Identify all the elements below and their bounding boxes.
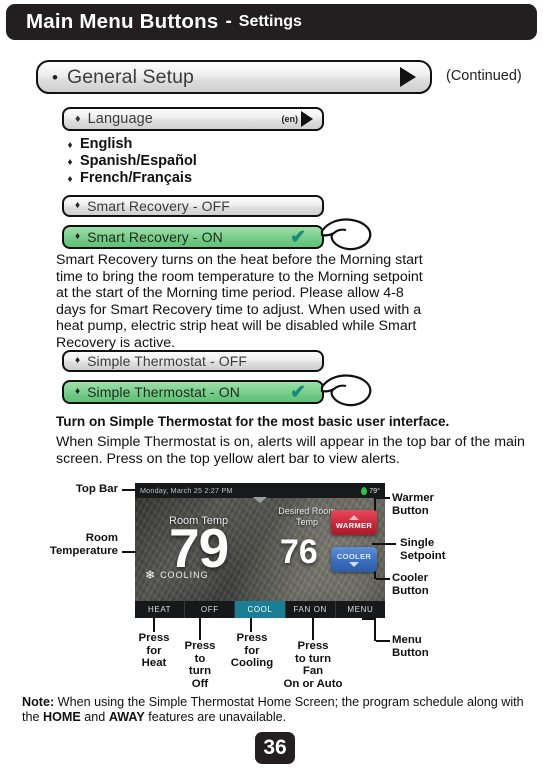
note-home-keyword: HOME bbox=[43, 709, 81, 724]
bullet-icon: • bbox=[52, 67, 58, 87]
arrow-up-icon bbox=[349, 515, 359, 520]
page-header: Main Menu Buttons - Settings bbox=[6, 4, 537, 40]
callout-top-bar: Top Bar bbox=[75, 483, 118, 495]
leader-line bbox=[250, 618, 252, 632]
thermostat-screen: Monday, March 25 2:27 PM 79° Room Temp 7… bbox=[135, 483, 385, 618]
simple-thermostat-off-button[interactable]: ♦ Simple Thermostat - OFF bbox=[62, 350, 324, 372]
language-label: Language bbox=[87, 111, 153, 127]
outdoor-readout: 79° bbox=[361, 486, 380, 495]
continued-label: (Continued) bbox=[446, 68, 522, 84]
language-options-list: ♦ English ♦ Spanish/Español ♦ French/Fra… bbox=[60, 136, 197, 187]
leader-line bbox=[199, 618, 201, 640]
arrow-down-icon bbox=[349, 562, 359, 567]
fan-on-button[interactable]: FAN ON bbox=[286, 601, 336, 618]
room-temp-value: 79 bbox=[169, 517, 229, 579]
callout-single-setpoint: Single Setpoint bbox=[400, 537, 446, 562]
note-block: Note: When using the Simple Thermostat H… bbox=[22, 695, 527, 725]
general-setup-button[interactable]: • General Setup bbox=[36, 60, 432, 94]
cool-button[interactable]: COOL bbox=[235, 601, 286, 618]
diamond-bullet-icon: ♦ bbox=[67, 140, 73, 151]
simple-thermostat-on-button[interactable]: ♦ Simple Thermostat - ON ✔ bbox=[62, 380, 324, 404]
heat-button[interactable]: HEAT bbox=[135, 601, 186, 618]
chevron-down-icon[interactable] bbox=[253, 497, 267, 503]
smart-recovery-on-button[interactable]: ♦ Smart Recovery - ON ✔ bbox=[62, 225, 324, 249]
note-label: Note: bbox=[22, 695, 55, 709]
list-item: ♦ French/Français bbox=[60, 170, 197, 186]
leader-line bbox=[153, 618, 155, 632]
diamond-bullet-icon: ♦ bbox=[75, 231, 81, 242]
leader-line bbox=[312, 618, 314, 640]
desired-room-temp-label: Desired Room Temp bbox=[278, 506, 336, 527]
callout-room-temperature: Room Temperature bbox=[49, 532, 118, 557]
setpoint-value: 76 bbox=[280, 533, 318, 571]
warmer-button[interactable]: WARMER bbox=[331, 510, 377, 535]
smart-recovery-off-button[interactable]: ♦ Smart Recovery - OFF bbox=[62, 195, 324, 217]
list-item-label: Spanish/Español bbox=[80, 153, 197, 169]
play-triangle-icon bbox=[400, 67, 416, 87]
callout-warmer-button: Warmer Button bbox=[392, 492, 434, 517]
page-title: Main Menu Buttons bbox=[26, 10, 219, 33]
leader-line bbox=[376, 578, 390, 580]
list-item-label: French/Français bbox=[80, 170, 193, 186]
leader-line bbox=[122, 551, 136, 553]
simple-thermostat-description: When Simple Thermostat is on, alerts wil… bbox=[56, 434, 525, 467]
leaf-icon bbox=[361, 486, 368, 495]
diamond-bullet-icon: ♦ bbox=[75, 386, 81, 397]
smart-recovery-description: Smart Recovery turns on the heat before … bbox=[56, 252, 423, 351]
callout-press-fan: Press to turn Fan On or Auto bbox=[283, 640, 343, 690]
general-setup-label: General Setup bbox=[66, 65, 195, 88]
menu-button[interactable]: MENU bbox=[336, 601, 385, 618]
off-button[interactable]: OFF bbox=[185, 601, 236, 618]
leader-line bbox=[372, 543, 396, 545]
page-number-badge: 36 bbox=[255, 732, 295, 764]
diamond-bullet-icon: ♦ bbox=[67, 157, 73, 168]
smart-recovery-off-label: Smart Recovery - OFF bbox=[87, 198, 230, 214]
warmer-button-label: WARMER bbox=[335, 521, 373, 530]
language-code: (en) bbox=[281, 114, 299, 124]
note-away-keyword: AWAY bbox=[108, 709, 145, 724]
simple-thermostat-bold-line: Turn on Simple Thermostat for the most b… bbox=[56, 414, 450, 429]
thermostat-bottom-bar: HEAT OFF COOL FAN ON MENU bbox=[135, 601, 385, 618]
leader-line bbox=[374, 618, 376, 641]
list-item: ♦ English bbox=[60, 136, 197, 152]
language-button[interactable]: ♦ Language (en) bbox=[62, 107, 324, 131]
system-status-label: COOLING bbox=[160, 570, 209, 580]
diamond-bullet-icon: ♦ bbox=[75, 200, 81, 211]
cooler-button-label: COOLER bbox=[336, 552, 372, 561]
callout-menu-button: Menu Button bbox=[392, 634, 429, 659]
list-item: ♦ Spanish/Español bbox=[60, 153, 197, 169]
smart-recovery-on-label: Smart Recovery - ON bbox=[87, 229, 223, 245]
thermostat-top-bar[interactable]: Monday, March 25 2:27 PM 79° bbox=[135, 483, 385, 498]
outdoor-temp-label: 79° bbox=[369, 486, 380, 495]
leader-line bbox=[362, 618, 376, 620]
play-triangle-icon bbox=[301, 111, 313, 127]
title-separator: - bbox=[225, 11, 232, 32]
checkmark-icon: ✔ bbox=[290, 381, 306, 403]
pointing-hand-icon bbox=[318, 217, 374, 257]
diamond-bullet-icon: ♦ bbox=[75, 112, 81, 125]
diamond-bullet-icon: ♦ bbox=[75, 355, 81, 366]
callout-cooler-button: Cooler Button bbox=[392, 572, 429, 597]
leader-line bbox=[122, 489, 136, 491]
cooler-button[interactable]: COOLER bbox=[331, 547, 377, 572]
simple-thermostat-on-label: Simple Thermostat - ON bbox=[87, 384, 240, 400]
pointing-hand-icon bbox=[318, 373, 374, 413]
system-status: ❄ COOLING bbox=[145, 569, 209, 581]
page-subtitle: Settings bbox=[238, 13, 302, 30]
snowflake-icon: ❄ bbox=[145, 568, 156, 582]
diamond-bullet-icon: ♦ bbox=[67, 174, 73, 185]
callout-press-cooling: Press for Cooling bbox=[230, 632, 274, 670]
callout-press-off: Press to turn Off bbox=[184, 640, 216, 690]
note-text-2: and bbox=[80, 709, 109, 724]
simple-thermostat-off-label: Simple Thermostat - OFF bbox=[87, 353, 248, 369]
note-text-3: features are unavailable. bbox=[144, 709, 287, 724]
list-item-label: English bbox=[80, 136, 133, 152]
leader-line bbox=[376, 640, 390, 642]
checkmark-icon: ✔ bbox=[290, 226, 306, 248]
datetime-label: Monday, March 25 2:27 PM bbox=[140, 486, 233, 495]
